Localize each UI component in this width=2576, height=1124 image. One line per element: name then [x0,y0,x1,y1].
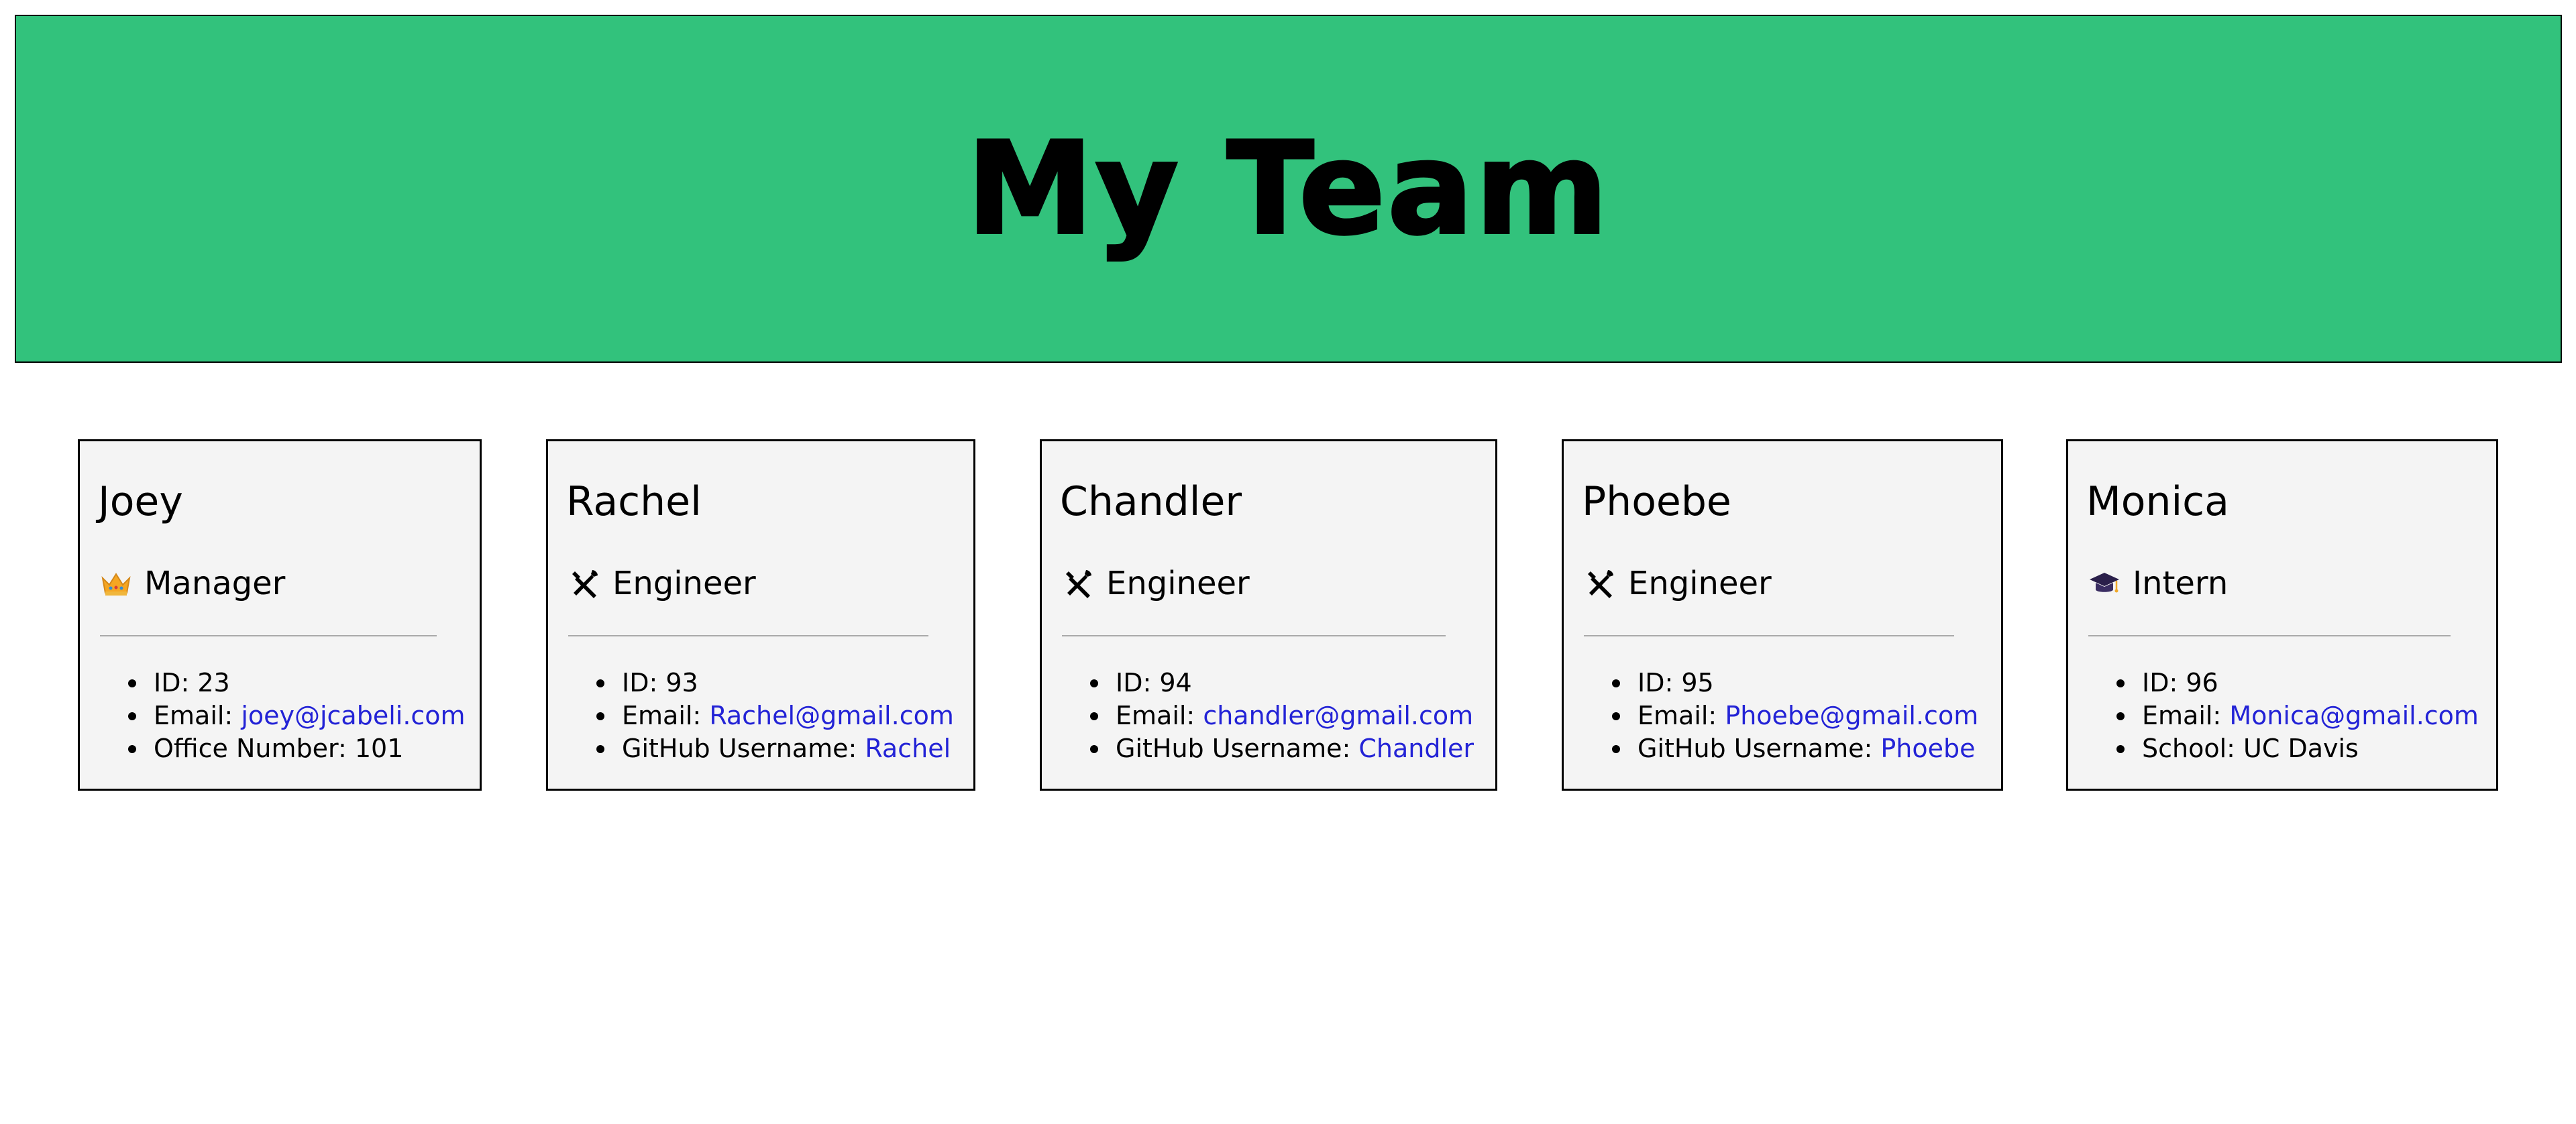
card-name: Joey [98,478,183,525]
card-role: Engineer [1584,567,1772,600]
card-email-row: Email: chandler@gmail.com [1090,699,1474,732]
email-link[interactable]: Phoebe@gmail.com [1725,701,1978,730]
email-label: Email: [154,701,241,730]
card-role-label: Engineer [612,565,756,602]
email-label: Email: [1116,701,1203,730]
card-email-row: Email: Phoebe@gmail.com [1612,699,1978,732]
github-link[interactable]: Rachel [865,734,951,763]
card-email-row: Email: Monica@gmail.com [2116,699,2479,732]
card-role: Intern [2088,567,2228,600]
card-github-row: GitHub Username: Rachel [596,732,954,765]
card-name: Chandler [1060,478,1242,525]
card-role: Manager [100,567,285,600]
tools-icon [1062,567,1094,600]
email-link[interactable]: chandler@gmail.com [1203,701,1473,730]
card-name: Monica [2086,478,2229,525]
email-link[interactable]: Monica@gmail.com [2229,701,2479,730]
card-role-label: Manager [144,565,286,602]
team-card-joey: Joey Manager ID: 23 Email: joey@jcabeli.… [78,439,482,791]
email-label: Email: [622,701,710,730]
team-card-rachel: Rachel Engineer ID: 93 Email: Rachel@gma… [546,439,975,791]
crown-icon [100,567,132,600]
card-divider [2088,635,2451,636]
card-info-list: ID: 95 Email: Phoebe@gmail.com GitHub Us… [1612,667,1978,765]
card-name: Rachel [566,478,702,525]
card-id: ID: 93 [596,667,954,699]
graduation-cap-icon [2088,567,2121,600]
page-header: My Team [15,15,2562,363]
card-info-list: ID: 23 Email: joey@jcabeli.com Office Nu… [128,667,466,765]
team-card-monica: Monica Intern ID: 96 Email: Monica@gmail… [2066,439,2498,791]
github-label: GitHub Username: [1116,734,1359,763]
page-title: My Team [965,114,1611,263]
github-label: GitHub Username: [1638,734,1881,763]
card-office-number: Office Number: 101 [128,732,466,765]
card-id: ID: 23 [128,667,466,699]
card-role: Engineer [1062,567,1250,600]
tools-icon [1584,567,1616,600]
card-school: School: UC Davis [2116,732,2479,765]
card-info-list: ID: 93 Email: Rachel@gmail.com GitHub Us… [596,667,954,765]
card-info-list: ID: 94 Email: chandler@gmail.com GitHub … [1090,667,1474,765]
card-email-row: Email: Rachel@gmail.com [596,699,954,732]
card-id: ID: 94 [1090,667,1474,699]
github-link[interactable]: Phoebe [1880,734,1975,763]
card-divider [1062,635,1446,636]
card-info-list: ID: 96 Email: Monica@gmail.com School: U… [2116,667,2479,765]
github-label: GitHub Username: [622,734,865,763]
card-email-row: Email: joey@jcabeli.com [128,699,466,732]
email-link[interactable]: Rachel@gmail.com [709,701,954,730]
card-divider [568,635,928,636]
team-card-chandler: Chandler Engineer ID: 94 Email: chandler… [1040,439,1497,791]
card-role-label: Engineer [1628,565,1772,602]
card-role-label: Intern [2133,565,2229,602]
card-role: Engineer [568,567,756,600]
card-github-row: GitHub Username: Chandler [1090,732,1474,765]
card-divider [100,635,437,636]
card-name: Phoebe [1582,478,1731,525]
email-link[interactable]: joey@jcabeli.com [241,701,465,730]
card-github-row: GitHub Username: Phoebe [1612,732,1978,765]
email-label: Email: [2142,701,2230,730]
github-link[interactable]: Chandler [1358,734,1474,763]
email-label: Email: [1638,701,1725,730]
card-id: ID: 95 [1612,667,1978,699]
team-card-phoebe: Phoebe Engineer ID: 95 Email: Phoebe@gma… [1562,439,2003,791]
card-divider [1584,635,1954,636]
card-id: ID: 96 [2116,667,2479,699]
card-role-label: Engineer [1106,565,1250,602]
tools-icon [568,567,600,600]
